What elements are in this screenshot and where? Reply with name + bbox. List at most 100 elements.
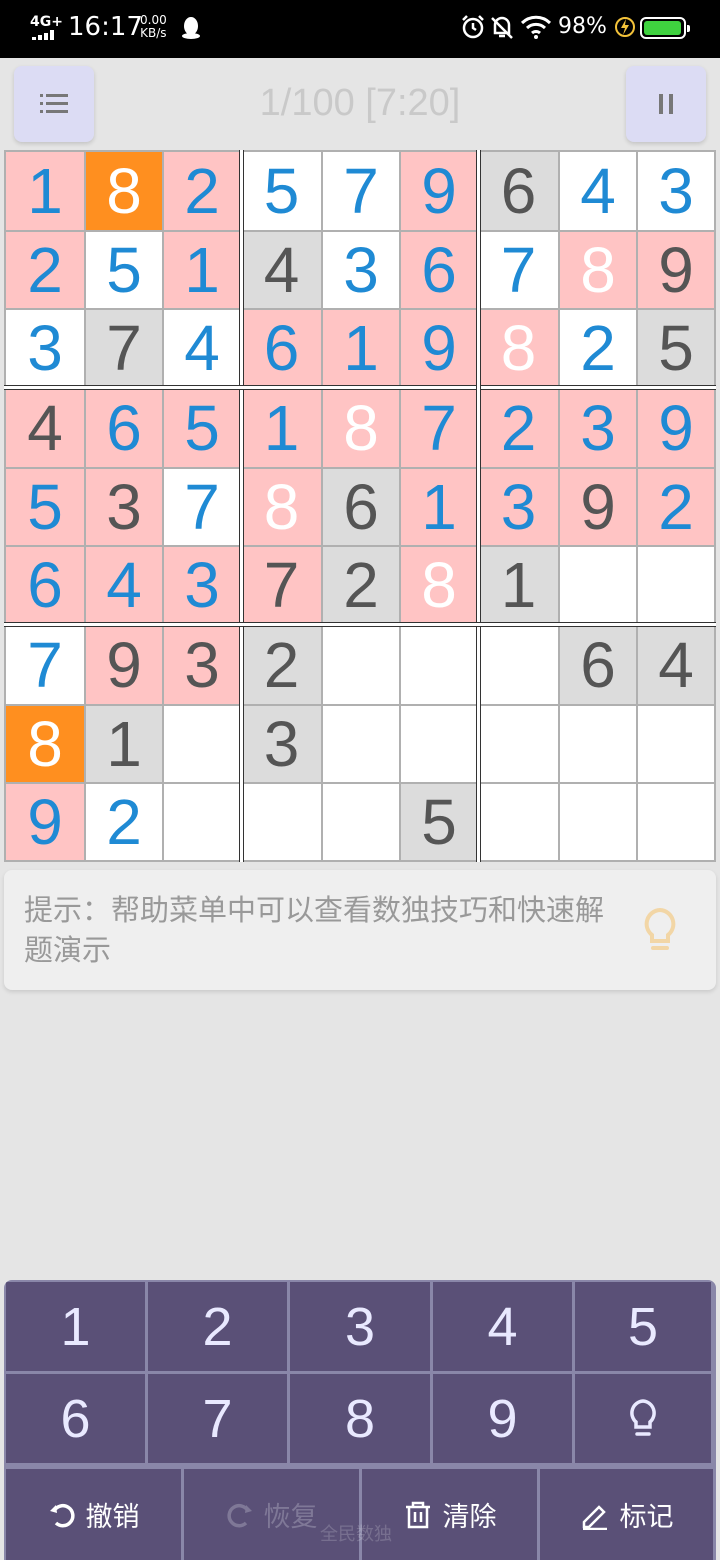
grid-cell[interactable]: 2 — [560, 310, 636, 386]
action-label: 清除 — [442, 1502, 497, 1533]
grid-cell[interactable]: 8 — [401, 547, 477, 623]
redo-button[interactable]: 恢复 — [184, 1469, 359, 1560]
grid-cell[interactable]: 3 — [164, 547, 240, 623]
grid-cell[interactable]: 4 — [86, 547, 162, 623]
grid-cell[interactable] — [164, 784, 240, 860]
grid-cell[interactable]: 2 — [6, 232, 84, 308]
number-key-5[interactable]: 5 — [575, 1282, 711, 1371]
pencil-button[interactable]: 标记 — [540, 1469, 713, 1560]
grid-cell[interactable] — [242, 784, 321, 860]
grid-cell[interactable]: 3 — [479, 469, 558, 545]
grid-cell[interactable]: 6 — [323, 469, 399, 545]
grid-cell[interactable]: 3 — [164, 625, 240, 704]
grid-cell[interactable]: 3 — [6, 310, 84, 386]
grid-cell[interactable] — [638, 784, 714, 860]
number-key-1[interactable]: 1 — [6, 1282, 145, 1371]
grid-cell[interactable]: 2 — [479, 388, 558, 467]
grid-cell[interactable]: 6 — [479, 152, 558, 230]
number-key-9[interactable]: 9 — [433, 1374, 572, 1463]
grid-cell[interactable]: 9 — [638, 388, 714, 467]
grid-cell[interactable]: 1 — [164, 232, 240, 308]
grid-cell[interactable]: 8 — [479, 310, 558, 386]
grid-cell[interactable]: 2 — [638, 469, 714, 545]
grid-cell[interactable]: 1 — [86, 706, 162, 782]
grid-cell[interactable]: 1 — [323, 310, 399, 386]
grid-cell[interactable]: 9 — [6, 784, 84, 860]
box-divider — [4, 622, 716, 627]
pause-button[interactable] — [626, 66, 706, 142]
grid-cell[interactable] — [479, 625, 558, 704]
grid-cell[interactable]: 6 — [86, 388, 162, 467]
grid-cell[interactable]: 7 — [164, 469, 240, 545]
grid-cell[interactable]: 6 — [560, 625, 636, 704]
grid-cell[interactable]: 2 — [86, 784, 162, 860]
grid-cell[interactable]: 3 — [86, 469, 162, 545]
grid-cell[interactable]: 2 — [242, 625, 321, 704]
grid-cell[interactable]: 3 — [242, 706, 321, 782]
grid-cell[interactable]: 8 — [86, 152, 162, 230]
number-key-3[interactable]: 3 — [290, 1282, 430, 1371]
grid-cell[interactable]: 9 — [86, 625, 162, 704]
grid-cell[interactable]: 7 — [323, 152, 399, 230]
grid-cell[interactable] — [479, 784, 558, 860]
grid-cell[interactable]: 7 — [479, 232, 558, 308]
grid-cell[interactable]: 8 — [323, 388, 399, 467]
grid-cell[interactable]: 7 — [6, 625, 84, 704]
grid-cell[interactable] — [638, 706, 714, 782]
number-key-4[interactable]: 4 — [433, 1282, 572, 1371]
grid-cell[interactable]: 1 — [401, 469, 477, 545]
grid-cell[interactable] — [323, 625, 399, 704]
grid-cell[interactable]: 4 — [638, 625, 714, 704]
number-key-2[interactable]: 2 — [148, 1282, 287, 1371]
grid-cell[interactable]: 4 — [242, 232, 321, 308]
grid-cell[interactable]: 2 — [164, 152, 240, 230]
grid-cell[interactable] — [479, 706, 558, 782]
undo-button[interactable]: 撤销 — [6, 1469, 181, 1560]
grid-cell[interactable]: 7 — [401, 388, 477, 467]
grid-cell[interactable]: 1 — [242, 388, 321, 467]
grid-cell[interactable] — [560, 706, 636, 782]
hint-key[interactable] — [575, 1374, 711, 1463]
grid-cell[interactable] — [164, 706, 240, 782]
grid-cell[interactable]: 3 — [638, 152, 714, 230]
grid-cell[interactable]: 8 — [242, 469, 321, 545]
grid-cell[interactable] — [560, 547, 636, 623]
grid-cell[interactable]: 4 — [164, 310, 240, 386]
grid-cell[interactable]: 2 — [323, 547, 399, 623]
grid-cell[interactable]: 6 — [6, 547, 84, 623]
grid-cell[interactable]: 3 — [560, 388, 636, 467]
grid-cell[interactable]: 9 — [401, 152, 477, 230]
grid-cell[interactable]: 7 — [242, 547, 321, 623]
grid-cell[interactable]: 9 — [560, 469, 636, 545]
grid-cell[interactable] — [401, 625, 477, 704]
grid-cell[interactable]: 1 — [6, 152, 84, 230]
grid-cell[interactable]: 5 — [86, 232, 162, 308]
grid-cell[interactable]: 4 — [560, 152, 636, 230]
number-key-7[interactable]: 7 — [148, 1374, 287, 1463]
grid-cell[interactable]: 8 — [560, 232, 636, 308]
menu-button[interactable] — [14, 66, 94, 142]
grid-cell[interactable]: 3 — [323, 232, 399, 308]
grid-cell[interactable]: 5 — [164, 388, 240, 467]
number-key-6[interactable]: 6 — [6, 1374, 145, 1463]
grid-cell[interactable]: 7 — [86, 310, 162, 386]
trash-button[interactable]: 清除 — [362, 1469, 537, 1560]
number-key-8[interactable]: 8 — [290, 1374, 430, 1463]
grid-cell[interactable]: 5 — [242, 152, 321, 230]
grid-cell[interactable]: 5 — [6, 469, 84, 545]
grid-cell[interactable]: 5 — [401, 784, 477, 860]
grid-cell[interactable]: 1 — [479, 547, 558, 623]
grid-cell[interactable] — [638, 547, 714, 623]
grid-cell[interactable]: 8 — [6, 706, 84, 782]
grid-cell[interactable]: 9 — [638, 232, 714, 308]
grid-cell[interactable]: 4 — [6, 388, 84, 467]
grid-cell[interactable]: 6 — [401, 232, 477, 308]
grid-cell[interactable] — [323, 784, 399, 860]
grid-cell[interactable] — [323, 706, 399, 782]
grid-cell[interactable] — [560, 784, 636, 860]
grid-cell[interactable]: 6 — [242, 310, 321, 386]
grid-cell[interactable] — [401, 706, 477, 782]
lightbulb-icon — [644, 907, 676, 950]
grid-cell[interactable]: 9 — [401, 310, 477, 386]
grid-cell[interactable]: 5 — [638, 310, 714, 386]
